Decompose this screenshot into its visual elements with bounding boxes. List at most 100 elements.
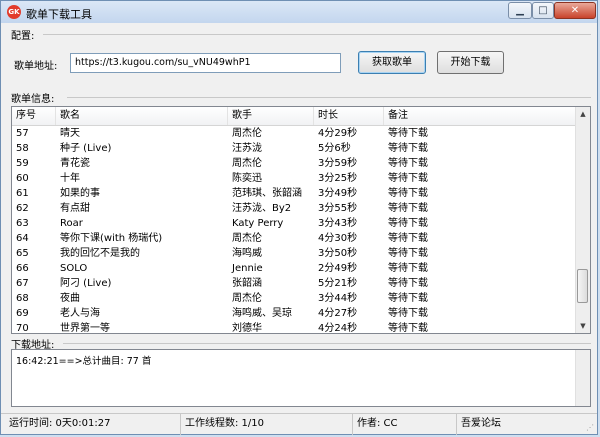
table-row[interactable]: 57 晴天 周杰伦 4分29秒 等待下载 [12,126,578,141]
song-note: 等待下载 [388,323,428,334]
song-index: 70 [16,323,29,334]
song-index: 66 [16,263,29,274]
song-title: 老人与海 [60,308,100,319]
song-note: 等待下载 [388,158,428,169]
table-row[interactable]: 63 Roar Katy Perry 3分43秒 等待下载 [12,216,578,231]
song-artist: 张韶涵 [232,278,262,289]
song-index: 60 [16,173,29,184]
app-logo-icon: GK [7,5,21,19]
song-note: 等待下载 [388,128,428,139]
song-note: 等待下载 [388,188,428,199]
song-artist: 范玮琪、张韶涵 [232,188,302,199]
close-button[interactable]: ✕ [554,2,596,19]
song-title: 晴天 [60,128,80,139]
song-index: 65 [16,248,29,259]
table-row[interactable]: 62 有点甜 汪苏泷、By2 3分55秒 等待下载 [12,201,578,216]
column-header-title[interactable]: 歌名 [56,107,228,125]
table-row[interactable]: 68 夜曲 周杰伦 3分44秒 等待下载 [12,291,578,306]
config-section-label: 配置: [11,31,35,42]
song-artist: 周杰伦 [232,293,262,304]
song-artist: Katy Perry [232,218,284,229]
song-note: 等待下载 [388,143,428,154]
song-list-scrollbar[interactable]: ▲ ▼ [575,107,590,333]
songs-divider [67,97,591,98]
table-row[interactable]: 67 阿刁 (Live) 张韶涵 5分21秒 等待下载 [12,276,578,291]
song-duration: 3分43秒 [318,218,358,229]
song-artist: 海鸣威、吴琼 [232,308,292,319]
table-row[interactable]: 58 种子 (Live) 汪苏泷 5分6秒 等待下载 [12,141,578,156]
song-title: 有点甜 [60,203,90,214]
column-header-duration[interactable]: 时长 [314,107,384,125]
song-title: 等你下课(with 杨瑞代) [60,233,163,244]
table-row[interactable]: 65 我的回忆不是我的 海鸣威 3分50秒 等待下载 [12,246,578,261]
author-status: 作者: CC [353,414,457,435]
song-title: Roar [60,218,83,229]
song-duration: 3分25秒 [318,173,358,184]
song-title: 我的回忆不是我的 [60,248,140,259]
column-header-index[interactable]: 序号 [12,107,56,125]
app-window: GK 歌单下载工具 ▁ □ ✕ 配置: 歌单地址: https://t3.kug… [0,0,598,435]
minimize-button[interactable]: ▁ [508,2,532,19]
song-duration: 3分44秒 [318,293,358,304]
song-duration: 4分24秒 [318,323,358,334]
table-row[interactable]: 61 如果的事 范玮琪、张韶涵 3分49秒 等待下载 [12,186,578,201]
maximize-button[interactable]: □ [532,2,554,19]
log-scrollbar[interactable] [575,350,590,406]
song-artist: Jennie [232,263,263,274]
window-title: 歌单下载工具 [26,8,92,21]
url-label: 歌单地址: [14,61,58,72]
song-title: 种子 (Live) [60,143,112,154]
fetch-playlist-button[interactable]: 获取歌单 [358,51,426,74]
song-artist: 刘德华 [232,323,262,334]
scrollbar-thumb[interactable] [577,268,588,303]
song-duration: 3分55秒 [318,203,358,214]
song-index: 57 [16,128,29,139]
title-bar[interactable]: GK 歌单下载工具 ▁ □ ✕ [1,1,597,23]
song-index: 68 [16,293,29,304]
scroll-down-arrow-icon[interactable]: ▼ [576,319,590,333]
song-artist: 陈奕迅 [232,173,262,184]
song-index: 67 [16,278,29,289]
song-duration: 4分29秒 [318,128,358,139]
song-index: 58 [16,143,29,154]
song-rows: 57 晴天 周杰伦 4分29秒 等待下载 58 种子 (Live) 汪苏泷 5分6秒 等待下载 59… [12,126,578,334]
song-note: 等待下载 [388,248,428,259]
column-header-note[interactable]: 备注 [384,107,578,125]
songs-section-label: 歌单信息: [11,94,55,105]
song-index: 61 [16,188,29,199]
table-row[interactable]: 59 青花瓷 周杰伦 3分59秒 等待下载 [12,156,578,171]
song-artist: 周杰伦 [232,233,262,244]
runtime-status: 运行时间: 0天0:01:27 [5,414,181,435]
song-list[interactable]: 序号 歌名 歌手 时长 备注 57 晴天 周杰伦 4分29秒 等待下载 58 种子 (Liv… [11,106,591,334]
table-row[interactable]: 64 等你下课(with 杨瑞代) 周杰伦 4分30秒 等待下载 [12,231,578,246]
song-duration: 5分21秒 [318,278,358,289]
song-note: 等待下载 [388,308,428,319]
song-duration: 3分50秒 [318,248,358,259]
song-note: 等待下载 [388,293,428,304]
table-row[interactable]: 70 世界第一等 刘德华 4分24秒 等待下载 [12,321,578,334]
song-note: 等待下载 [388,278,428,289]
song-index: 69 [16,308,29,319]
table-row[interactable]: 69 老人与海 海鸣威、吴琼 4分27秒 等待下载 [12,306,578,321]
song-index: 64 [16,233,29,244]
table-row[interactable]: 66 SOLO Jennie 2分49秒 等待下载 [12,261,578,276]
config-divider [43,34,591,35]
playlist-url-input[interactable]: https://t3.kugou.com/su_vNU49whP1 [70,53,341,73]
start-download-button[interactable]: 开始下载 [437,51,504,74]
resize-grip-icon[interactable]: ⋰ [586,423,594,432]
table-row[interactable]: 60 十年 陈奕迅 3分25秒 等待下载 [12,171,578,186]
song-duration: 4分30秒 [318,233,358,244]
column-header-artist[interactable]: 歌手 [228,107,314,125]
song-title: 青花瓷 [60,158,90,169]
song-title: 十年 [60,173,80,184]
download-log[interactable]: 16:42:21==>总计曲目: 77 首 [11,349,591,407]
song-title: 阿刁 (Live) [60,278,112,289]
song-note: 等待下载 [388,233,428,244]
song-duration: 2分49秒 [318,263,358,274]
scroll-up-arrow-icon[interactable]: ▲ [576,107,590,121]
forum-status: 吾爱论坛 [461,418,501,429]
song-title: 夜曲 [60,293,80,304]
download-divider [63,343,591,344]
song-title: SOLO [60,263,88,274]
song-duration: 5分6秒 [318,143,351,154]
